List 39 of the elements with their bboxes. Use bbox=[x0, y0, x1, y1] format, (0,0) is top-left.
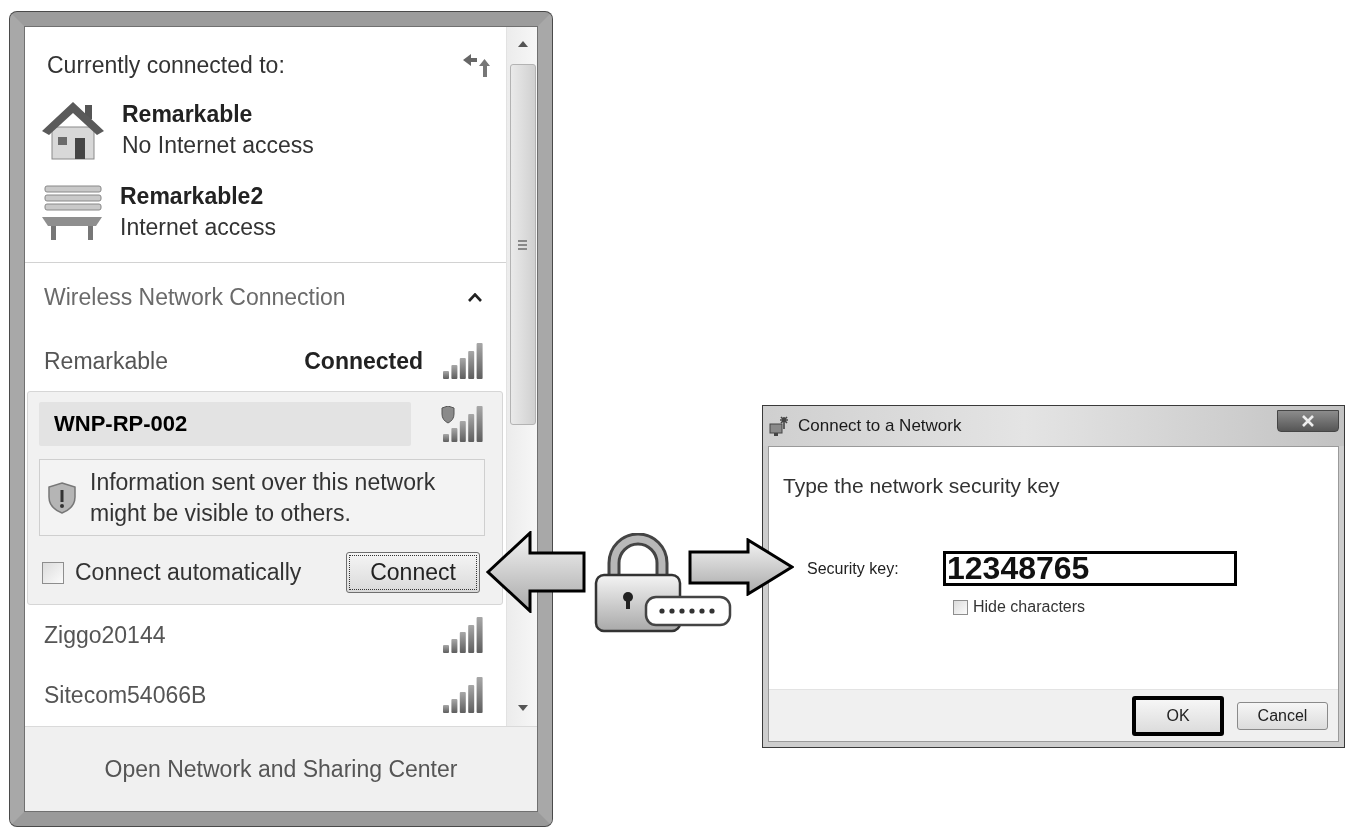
connection-status: Connected bbox=[304, 347, 424, 375]
checkbox[interactable] bbox=[953, 599, 968, 615]
grip-icon bbox=[518, 239, 528, 250]
connection-name: Remarkable2 bbox=[120, 182, 265, 211]
left-arrow-icon bbox=[486, 531, 586, 613]
checkbox[interactable] bbox=[42, 561, 64, 584]
connection-status: No Internet access bbox=[122, 131, 314, 160]
house-icon bbox=[41, 100, 105, 160]
checkbox-label: Hide characters bbox=[973, 598, 1086, 616]
window-title: Connect to a Network bbox=[798, 416, 962, 436]
network-name[interactable]: WNP-RP-002 bbox=[39, 402, 411, 446]
cancel-button[interactable]: Cancel bbox=[1237, 701, 1328, 730]
network-icon bbox=[769, 415, 791, 437]
shield-icon bbox=[47, 481, 77, 514]
network-name[interactable]: Ziggo20144 bbox=[44, 621, 166, 649]
security-key-field[interactable]: 12348765 bbox=[943, 551, 1237, 586]
network-center-link[interactable]: Open Network and Sharing Center bbox=[104, 756, 458, 783]
connection-name: Remarkable bbox=[122, 100, 254, 129]
section-heading: Currently connected to: bbox=[47, 51, 285, 79]
ok-button[interactable]: OK bbox=[1132, 695, 1224, 736]
network-name[interactable]: Sitecom54066B bbox=[44, 681, 207, 709]
up-arrow-icon[interactable] bbox=[517, 41, 528, 47]
right-arrow-icon bbox=[688, 538, 794, 596]
arrows-icon[interactable] bbox=[462, 53, 491, 77]
network-name[interactable]: Remarkable bbox=[44, 347, 168, 375]
scrollbar[interactable] bbox=[506, 26, 538, 726]
down-arrow-icon[interactable] bbox=[517, 705, 528, 711]
caret-up-icon[interactable] bbox=[468, 292, 483, 302]
field-label: Security key: bbox=[807, 559, 900, 578]
connect-button[interactable]: Connect bbox=[346, 552, 481, 593]
scrollbar-thumb[interactable] bbox=[509, 64, 536, 425]
close-icon bbox=[1301, 415, 1315, 427]
connection-status: Internet access bbox=[120, 213, 276, 242]
checkbox-label: Connect automatically bbox=[75, 559, 302, 586]
section-title: Wireless Network Connection bbox=[44, 283, 346, 311]
bench-icon bbox=[41, 184, 103, 240]
close-button[interactable] bbox=[1277, 410, 1339, 432]
warning-text: Information sent over this network might be visible to others. bbox=[90, 467, 437, 528]
dialog-prompt: Type the network security key bbox=[783, 473, 1061, 499]
